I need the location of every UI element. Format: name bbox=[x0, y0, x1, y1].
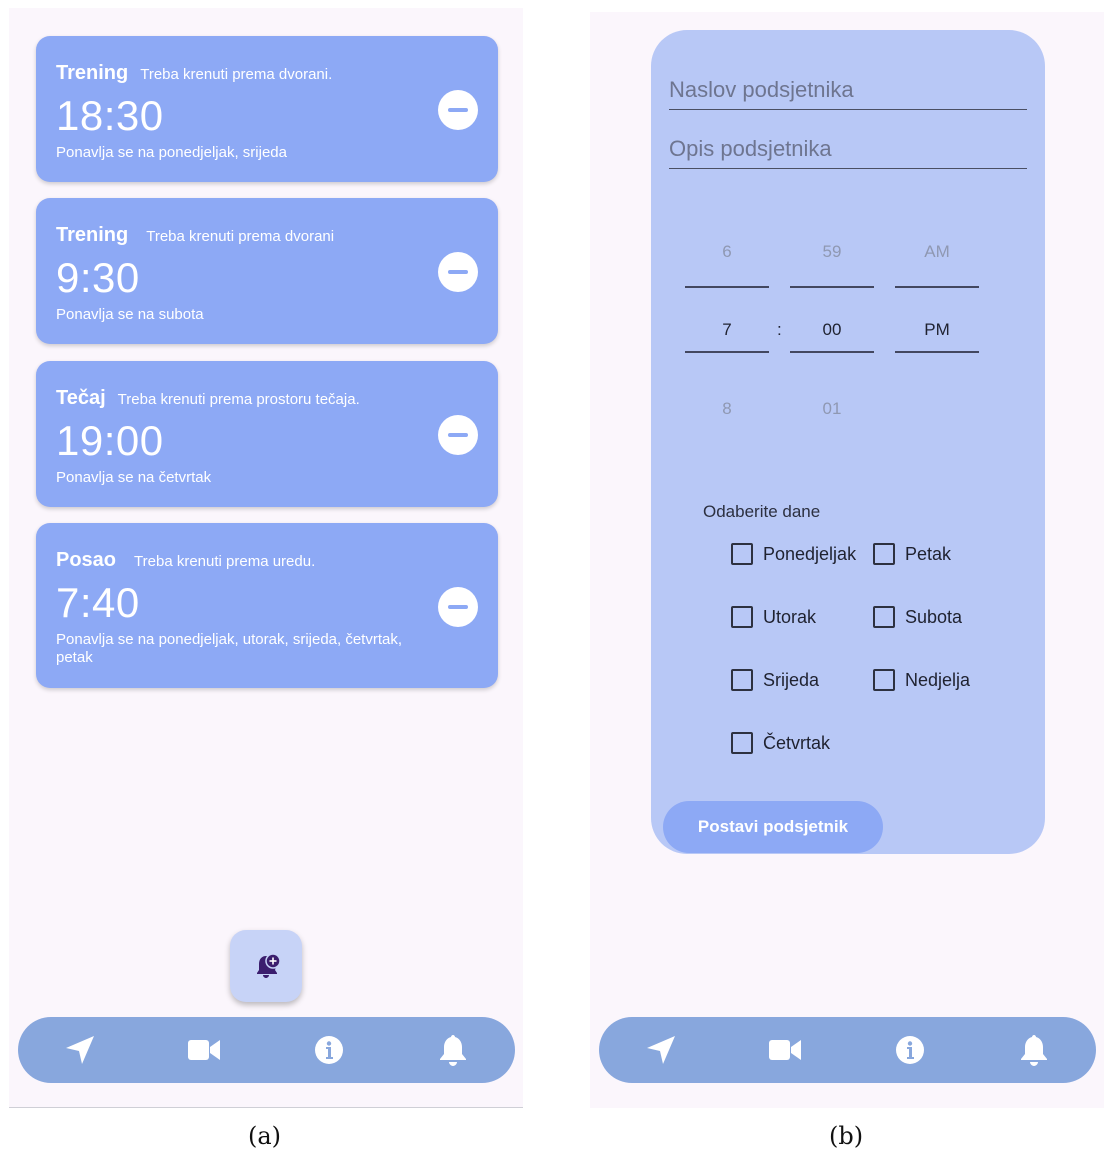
checkbox-label: Subota bbox=[905, 606, 963, 627]
reminder-title: Trening bbox=[56, 224, 129, 246]
days-label: Odaberite dane bbox=[703, 502, 821, 521]
reminder-time: 18:30 bbox=[56, 92, 164, 139]
checkbox-box[interactable] bbox=[873, 606, 895, 628]
checkbox-nedjelja[interactable]: Nedjelja bbox=[873, 669, 970, 691]
checkbox-label: Nedjelja bbox=[905, 669, 971, 690]
checkbox-subota[interactable]: Subota bbox=[873, 606, 962, 628]
hour-next[interactable]: 8 bbox=[685, 399, 769, 419]
checkbox-box[interactable] bbox=[873, 669, 895, 691]
checkbox-petak[interactable]: Petak bbox=[873, 543, 951, 565]
reminder-description: Treba krenuti prema uredu. bbox=[134, 553, 316, 570]
reminder-description: Treba krenuti prema dvorani bbox=[146, 228, 335, 245]
remove-reminder-button[interactable] bbox=[438, 587, 478, 627]
nav-info[interactable] bbox=[299, 1025, 359, 1075]
minus-circle-icon bbox=[448, 433, 468, 437]
remove-reminder-button[interactable] bbox=[438, 252, 478, 292]
nav-location[interactable] bbox=[50, 1025, 110, 1075]
info-icon bbox=[314, 1036, 343, 1064]
divider bbox=[9, 1107, 523, 1108]
minus-circle-icon bbox=[448, 270, 468, 274]
reminder-card[interactable]: Posao Treba krenuti prema uredu. 7:40 Pon… bbox=[36, 523, 498, 688]
remove-reminder-button[interactable] bbox=[438, 415, 478, 455]
reminder-repeat: Ponavlja se na ponedjeljak, srijeda bbox=[56, 144, 287, 161]
nav-reminders[interactable] bbox=[423, 1025, 483, 1075]
minute-next[interactable]: 01 bbox=[790, 399, 874, 419]
reminder-repeat: Ponavlja se na četvrtak bbox=[56, 469, 212, 486]
reminder-description: Treba krenuti prema dvorani. bbox=[140, 66, 333, 83]
bottom-navbar bbox=[599, 1017, 1096, 1083]
reminder-description: Treba krenuti prema prostoru tečaja. bbox=[117, 391, 360, 408]
checkbox-box[interactable] bbox=[873, 543, 895, 565]
reminder-time: 7:40 bbox=[56, 579, 140, 626]
reminder-description-input[interactable]: Opis podsjetnika bbox=[669, 125, 1027, 169]
navigation-arrow-icon bbox=[66, 1036, 95, 1064]
reminder-time: 9:30 bbox=[56, 254, 140, 301]
checkbox-box[interactable] bbox=[731, 669, 753, 691]
minus-circle-icon bbox=[448, 108, 468, 112]
minus-circle-icon bbox=[448, 605, 468, 609]
bell-icon bbox=[439, 1035, 466, 1066]
picker-divider bbox=[895, 351, 979, 353]
add-reminder-screen: Naslov podsjetnika Opis podsjetnika 6 59… bbox=[590, 12, 1104, 1108]
bell-icon bbox=[1020, 1035, 1047, 1066]
reminder-repeat: Ponavlja se na subota bbox=[56, 306, 204, 323]
checkbox-label: Utorak bbox=[763, 606, 817, 627]
reminder-card[interactable]: Trening Treba krenuti prema dvorani 9:30 … bbox=[36, 198, 498, 344]
video-camera-icon bbox=[769, 1040, 802, 1060]
nav-reminders[interactable] bbox=[1004, 1025, 1064, 1075]
reminder-repeat: Ponavlja se na ponedjeljak, utorak, srij… bbox=[56, 631, 403, 666]
reminders-list-screen: Trening Treba krenuti prema dvorani. 18:3… bbox=[9, 8, 523, 1108]
ampm-prev[interactable]: AM bbox=[895, 242, 979, 262]
nav-video[interactable] bbox=[755, 1025, 815, 1075]
bell-plus-icon bbox=[257, 953, 281, 978]
checkbox-label: Petak bbox=[905, 543, 952, 564]
minute-selected[interactable]: 00 bbox=[790, 320, 874, 340]
bottom-navbar bbox=[18, 1017, 515, 1083]
navigation-arrow-icon bbox=[647, 1036, 676, 1064]
picker-divider bbox=[790, 351, 874, 353]
checkbox-cetvrtak[interactable]: Četvrtak bbox=[731, 732, 830, 754]
picker-divider bbox=[685, 351, 769, 353]
checkbox-box[interactable] bbox=[731, 732, 753, 754]
nav-location[interactable] bbox=[631, 1025, 691, 1075]
time-separator: : bbox=[777, 320, 782, 339]
minute-prev[interactable]: 59 bbox=[790, 242, 874, 262]
checkbox-box[interactable] bbox=[731, 543, 753, 565]
checkbox-label: Četvrtak bbox=[763, 732, 831, 753]
set-reminder-button[interactable]: Postavi podsjetnik bbox=[663, 801, 883, 853]
reminder-title: Tečaj bbox=[56, 387, 106, 409]
reminder-title-input[interactable]: Naslov podsjetnika bbox=[669, 66, 1027, 110]
picker-divider bbox=[790, 286, 874, 288]
picker-divider bbox=[685, 286, 769, 288]
remove-reminder-button[interactable] bbox=[438, 90, 478, 130]
ampm-selected[interactable]: PM bbox=[895, 320, 979, 340]
caption-a: (a) bbox=[248, 1122, 282, 1150]
nav-video[interactable] bbox=[174, 1025, 234, 1075]
reminder-card[interactable]: Trening Treba krenuti prema dvorani. 18:3… bbox=[36, 36, 498, 182]
checkbox-ponedjeljak[interactable]: Ponedjeljak bbox=[731, 543, 856, 565]
info-icon bbox=[895, 1036, 924, 1064]
hour-prev[interactable]: 6 bbox=[685, 242, 769, 262]
add-reminder-button[interactable] bbox=[230, 930, 302, 1002]
reminder-title: Posao bbox=[56, 549, 117, 571]
video-camera-icon bbox=[188, 1040, 221, 1060]
reminder-card[interactable]: Tečaj Treba krenuti prema prostoru tečaja… bbox=[36, 361, 498, 507]
hour-selected[interactable]: 7 bbox=[685, 320, 769, 340]
checkbox-label: Srijeda bbox=[763, 669, 820, 690]
reminder-time: 19:00 bbox=[56, 417, 164, 464]
reminder-form: Naslov podsjetnika Opis podsjetnika 6 59… bbox=[651, 30, 1045, 854]
reminder-title: Trening bbox=[56, 62, 129, 84]
nav-info[interactable] bbox=[880, 1025, 940, 1075]
caption-b: (b) bbox=[829, 1122, 864, 1150]
checkbox-utorak[interactable]: Utorak bbox=[731, 606, 816, 628]
checkbox-box[interactable] bbox=[731, 606, 753, 628]
checkbox-srijeda[interactable]: Srijeda bbox=[731, 669, 819, 691]
picker-divider bbox=[895, 286, 979, 288]
checkbox-label: Ponedjeljak bbox=[763, 543, 857, 564]
